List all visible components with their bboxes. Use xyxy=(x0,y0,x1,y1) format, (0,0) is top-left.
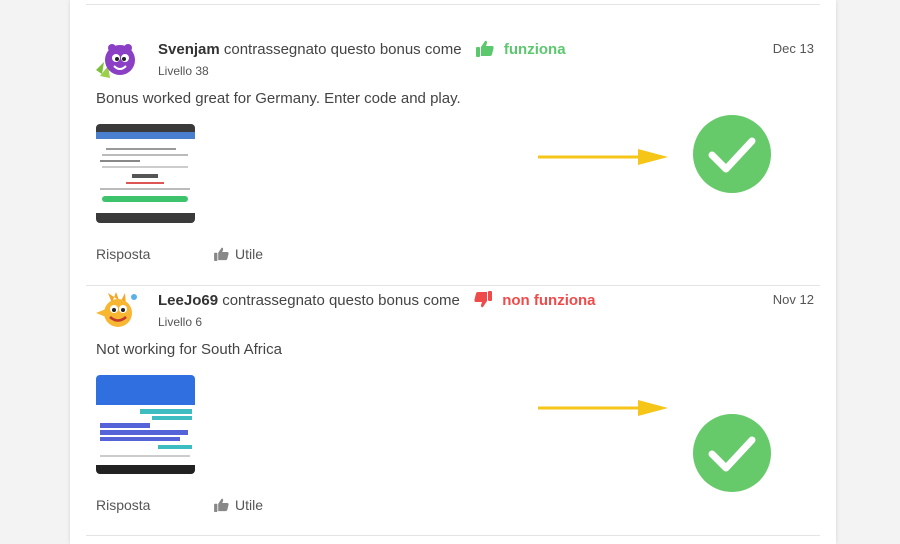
useful-button[interactable]: Utile xyxy=(214,497,263,513)
action-text: contrassegnato questo bonus come xyxy=(223,41,462,58)
review-header: LeeJo69 contrassegnato questo bonus come… xyxy=(158,291,596,309)
orange-monster-avatar[interactable] xyxy=(94,291,140,331)
review-date: Dec 13 xyxy=(772,41,814,56)
green-checkmark-icon xyxy=(693,414,771,492)
review-header: Svenjam contrassegnato questo bonus come… xyxy=(158,40,566,58)
thumbs-up-icon xyxy=(214,498,229,512)
verdict-label: funziona xyxy=(503,41,566,58)
purple-monster-avatar[interactable] xyxy=(94,40,140,80)
review-comment: Not working for South Africa xyxy=(96,341,282,358)
user-level: Livello 38 xyxy=(158,64,209,78)
action-text: contrassegnato questo bonus come xyxy=(222,292,460,309)
yellow-arrow-icon xyxy=(538,149,668,165)
review-item: Svenjam contrassegnato questo bonus come… xyxy=(70,0,836,262)
verdict-label: non funziona xyxy=(502,292,596,309)
review-date: Nov 12 xyxy=(772,292,814,307)
yellow-arrow-icon xyxy=(538,400,668,416)
divider xyxy=(86,535,820,536)
review-comment: Bonus worked great for Germany. Enter co… xyxy=(96,90,461,107)
thumbs-up-icon xyxy=(475,40,494,57)
green-checkmark-icon xyxy=(693,115,771,193)
user-level: Livello 6 xyxy=(158,315,203,329)
review-item: LeeJo69 contrassegnato questo bonus come… xyxy=(70,251,836,513)
reviews-card: Svenjam contrassegnato questo bonus come… xyxy=(70,0,836,544)
reply-button[interactable]: Risposta xyxy=(96,497,150,513)
useful-label: Utile xyxy=(235,497,264,513)
attached-screenshot[interactable] xyxy=(96,124,195,223)
username[interactable]: LeeJo69 xyxy=(158,292,218,309)
attached-screenshot[interactable] xyxy=(96,375,195,474)
thumbs-down-icon xyxy=(474,291,493,308)
username[interactable]: Svenjam xyxy=(158,41,220,58)
